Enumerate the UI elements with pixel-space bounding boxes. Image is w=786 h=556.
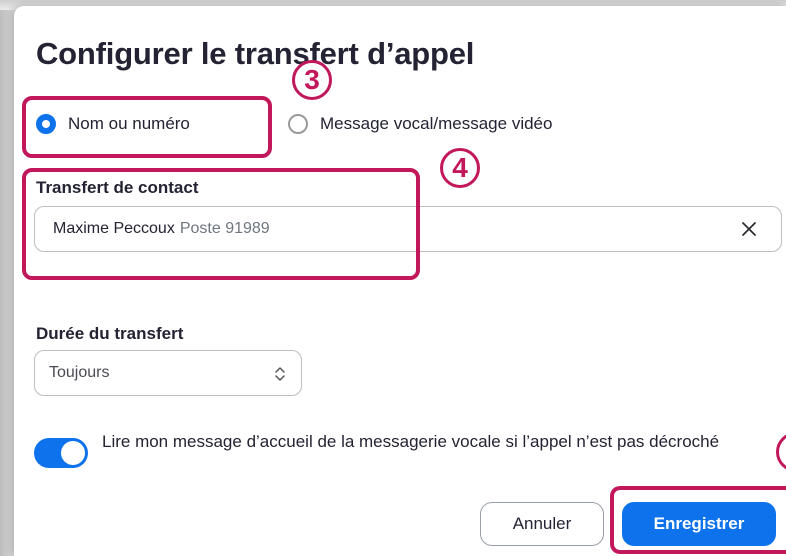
duration-value: Toujours <box>49 364 110 381</box>
radio-checked-icon[interactable] <box>36 114 56 134</box>
greeting-toggle-label: Lire mon message d’accueil de la message… <box>102 432 720 451</box>
save-button[interactable]: Enregistrer <box>622 502 776 546</box>
step-4-badge: 4 <box>440 148 480 188</box>
cancel-button[interactable]: Annuler <box>480 502 604 546</box>
radio-unchecked-icon[interactable] <box>288 114 308 134</box>
duration-select[interactable]: Toujours <box>34 350 302 396</box>
step-3-badge: 3 <box>292 60 332 100</box>
toggle-knob <box>61 441 85 465</box>
radio-voicemail[interactable]: Message vocal/message vidéo <box>288 114 552 134</box>
contact-input[interactable]: Maxime Peccoux Poste 91989 <box>34 206 782 252</box>
call-forwarding-dialog: Configurer le transfert d’appel Nom ou n… <box>14 6 786 556</box>
contact-extension: Poste 91989 <box>179 220 270 237</box>
radio-label: Nom ou numéro <box>68 114 190 133</box>
up-down-chevron-icon <box>275 367 285 381</box>
radio-name-or-number[interactable]: Nom ou numéro <box>36 114 190 134</box>
dialog-title: Configurer le transfert d’appel <box>36 36 475 71</box>
contact-name: Maxime Peccoux <box>53 220 175 237</box>
contact-field-label: Transfert de contact <box>36 178 199 197</box>
close-icon[interactable] <box>739 219 759 239</box>
greeting-toggle[interactable] <box>34 438 88 468</box>
duration-field-label: Durée du transfert <box>36 324 184 343</box>
radio-label: Message vocal/message vidéo <box>320 114 553 133</box>
